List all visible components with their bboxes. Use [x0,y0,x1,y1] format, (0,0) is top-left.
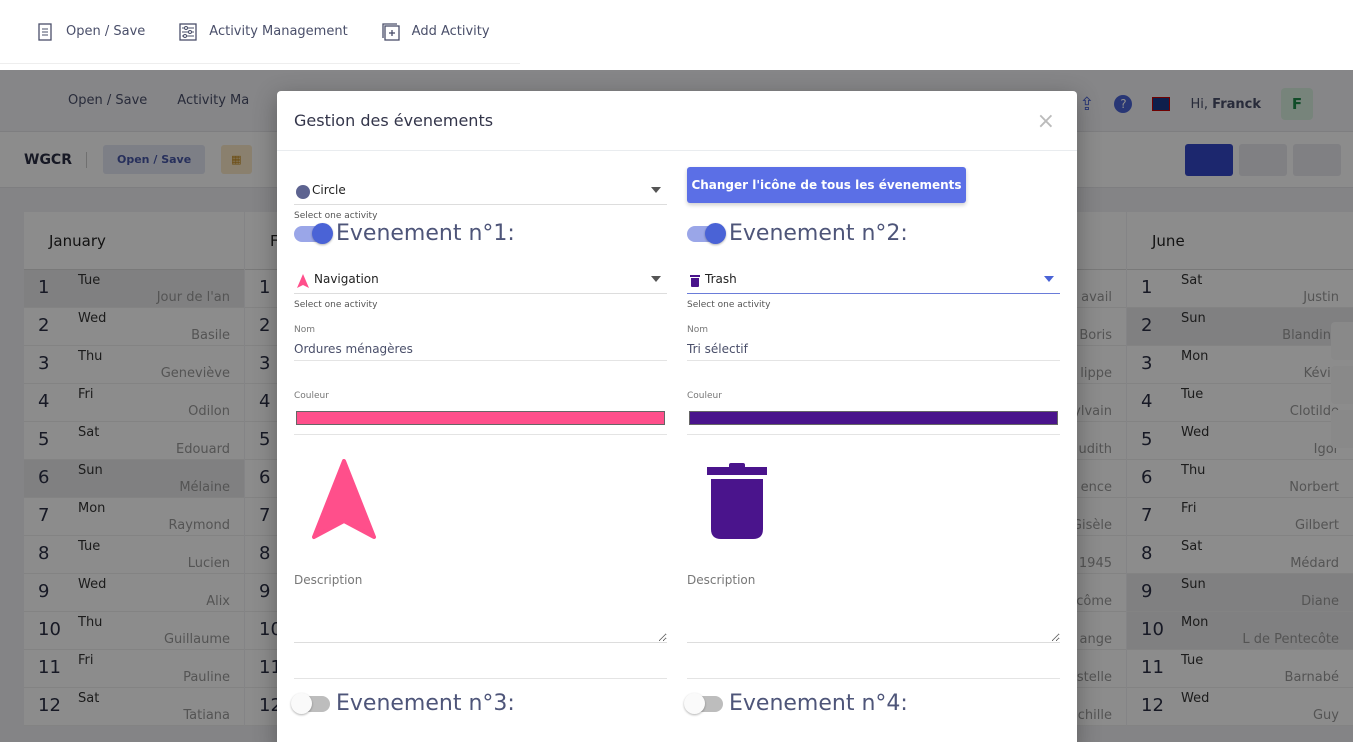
sliders-icon [179,22,197,41]
menu-add-activity[interactable]: Add Activity [382,22,490,41]
event-2-color-picker[interactable] [689,411,1058,425]
trash-icon [690,274,700,287]
trash-icon [707,463,767,539]
event-2-name-label: Nom [687,325,709,335]
menu-activity-management-label: Activity Management [209,24,348,39]
event-1-header: Evenement n°1: [294,221,515,246]
event-2-hint: Select one activity [687,300,771,310]
event-2-name-input[interactable] [687,337,1060,361]
event-1-toggle[interactable] [294,222,333,244]
event-2-toggle[interactable] [687,222,726,244]
event-1-name-input[interactable] [294,337,667,361]
add-box-icon [382,22,400,41]
navigation-arrow-icon [312,459,376,539]
event-1-icon-select-value: Navigation [314,271,379,286]
chevron-down-icon [1044,276,1054,282]
event-1-icon-select[interactable]: Navigation [294,264,667,294]
event-2-icon-select[interactable]: Trash [687,264,1060,294]
chevron-down-icon [651,276,661,282]
shape-select-value: Circle [312,182,346,197]
menu-add-activity-label: Add Activity [411,24,490,39]
event-2-description-input[interactable] [687,595,1060,643]
shape-select[interactable]: Circle [294,175,667,205]
document-icon [38,22,52,41]
navigation-arrow-icon [297,273,309,288]
event-1-title: Evenement n°1: [336,221,515,246]
event-1-description-input[interactable] [294,595,667,643]
change-all-icons-button[interactable]: Changer l'icône de tous les évenements [687,167,966,203]
circle-icon [296,184,310,199]
event-2-color-label: Couleur [687,391,722,401]
shape-select-hint: Select one activity [294,211,378,221]
event-1-color-picker[interactable] [296,411,665,425]
close-icon[interactable]: × [1037,109,1055,134]
event-3-title: Evenement n°3: [336,691,515,716]
menu-activity-management[interactable]: Activity Management [179,22,348,41]
event-2-icon-select-value: Trash [705,271,737,286]
event-3-header: Evenement n°3: [291,691,515,716]
event-2-title: Evenement n°2: [729,221,908,246]
top-menu: Open / Save Activity Management Add Acti… [0,0,520,64]
modal-title: Gestion des évenements [294,111,494,130]
event-1-color-label: Couleur [294,391,329,401]
event-4-toggle[interactable] [684,692,723,714]
event-1-description-label: Description [294,573,363,587]
event-1-name-label: Nom [294,325,316,335]
chevron-down-icon [651,187,661,193]
event-4-title: Evenement n°4: [729,691,908,716]
event-2-header: Evenement n°2: [687,221,908,246]
events-modal: Gestion des évenements × Circle Select o… [277,91,1077,742]
modal-header: Gestion des évenements × [277,91,1077,151]
event-3-toggle[interactable] [291,692,330,714]
event-1-hint: Select one activity [294,300,378,310]
event-2-description-label: Description [687,573,756,587]
menu-open-save[interactable]: Open / Save [36,22,146,41]
menu-open-save-label: Open / Save [66,24,146,39]
event-4-header: Evenement n°4: [684,691,908,716]
